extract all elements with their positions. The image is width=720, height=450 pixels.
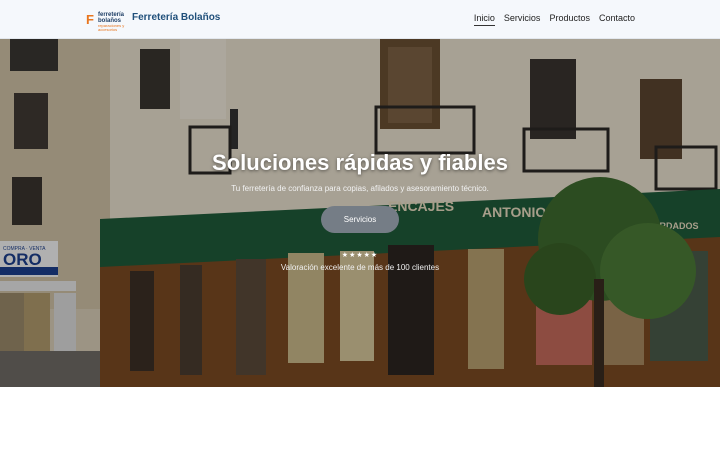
- logo-mark: F: [86, 12, 94, 27]
- rating-stars-icon: ★★★★★: [341, 251, 379, 259]
- brand-name[interactable]: Ferretería Bolaños: [132, 12, 220, 23]
- hero-title: Soluciones rápidas y fiables: [212, 150, 508, 175]
- services-button[interactable]: Servicios: [321, 206, 399, 233]
- logo-tagline: reparaciones y accesorios: [98, 23, 125, 32]
- hero-subtitle: Tu ferretería de confianza para copias, …: [231, 184, 489, 193]
- rating-text: Valoración excelente de más de 100 clien…: [280, 263, 440, 272]
- site-header: F ferretería bolaños reparaciones y acce…: [0, 0, 720, 39]
- nav-servicios[interactable]: Servicios: [504, 13, 541, 26]
- nav-contacto[interactable]: Contacto: [599, 13, 635, 26]
- main-nav: Inicio Servicios Productos Contacto: [473, 13, 635, 26]
- hero-section: ORO COMPRA · VENTA ENCAJES ANTONIO BORDA…: [0, 39, 720, 387]
- company-logo[interactable]: F ferretería bolaños reparaciones y acce…: [86, 11, 126, 32]
- nav-inicio[interactable]: Inicio: [473, 13, 495, 26]
- nav-productos[interactable]: Productos: [549, 13, 590, 26]
